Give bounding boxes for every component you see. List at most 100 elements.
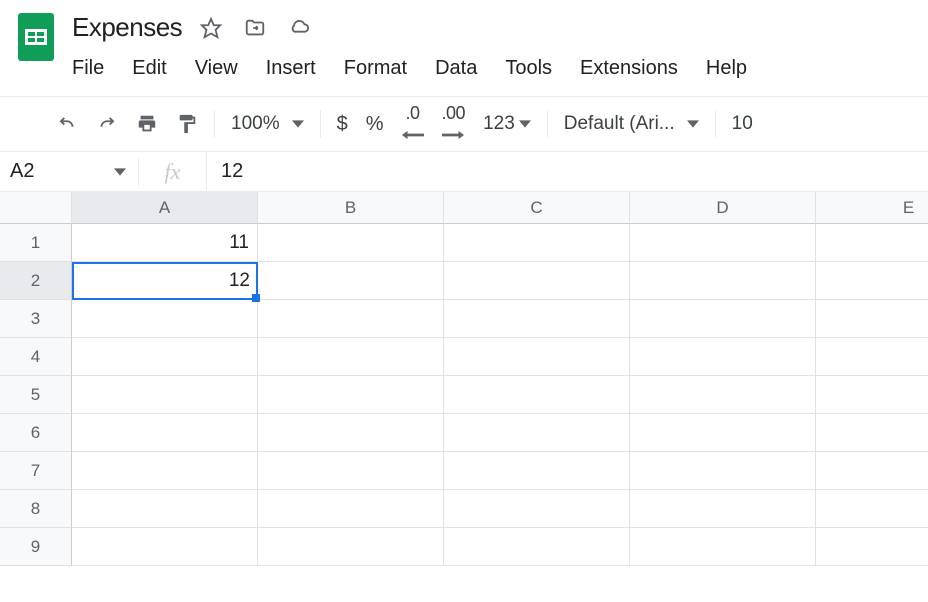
- cell[interactable]: [630, 262, 816, 300]
- column-header[interactable]: D: [630, 192, 816, 224]
- font-selector[interactable]: Default (Ari...: [548, 113, 715, 135]
- cell[interactable]: [816, 528, 928, 566]
- cell[interactable]: [630, 224, 816, 262]
- cell[interactable]: [258, 224, 444, 262]
- cell[interactable]: [630, 300, 816, 338]
- cell[interactable]: [258, 490, 444, 528]
- cell[interactable]: [630, 376, 816, 414]
- cell[interactable]: [72, 376, 258, 414]
- cell[interactable]: [258, 414, 444, 452]
- increase-decimal-button[interactable]: .00: [442, 103, 466, 146]
- column-header[interactable]: E: [816, 192, 928, 224]
- fx-icon: fx: [139, 152, 207, 191]
- row-header[interactable]: 5: [0, 376, 72, 414]
- menu-insert[interactable]: Insert: [252, 53, 330, 84]
- cell[interactable]: [816, 262, 928, 300]
- cell[interactable]: [72, 528, 258, 566]
- menubar: File Edit View Insert Format Data Tools …: [72, 43, 761, 84]
- menu-format[interactable]: Format: [330, 53, 421, 84]
- undo-icon[interactable]: [56, 113, 78, 135]
- cell[interactable]: [444, 528, 630, 566]
- cell[interactable]: [258, 452, 444, 490]
- cell[interactable]: [444, 376, 630, 414]
- decrease-decimal-button[interactable]: .0: [402, 103, 424, 146]
- cell[interactable]: [72, 300, 258, 338]
- cell[interactable]: [444, 414, 630, 452]
- cell[interactable]: 11: [72, 224, 258, 262]
- document-title[interactable]: Expenses: [72, 12, 182, 43]
- menu-view[interactable]: View: [181, 53, 252, 84]
- chevron-down-icon: [292, 118, 304, 130]
- name-box[interactable]: A2: [0, 152, 138, 191]
- row-header[interactable]: 4: [0, 338, 72, 376]
- cell[interactable]: [630, 414, 816, 452]
- cell[interactable]: [444, 490, 630, 528]
- cell[interactable]: [816, 376, 928, 414]
- cell[interactable]: [258, 300, 444, 338]
- chevron-down-icon: [687, 118, 699, 130]
- row-header[interactable]: 9: [0, 528, 72, 566]
- currency-button[interactable]: $: [337, 113, 348, 136]
- cell[interactable]: [444, 224, 630, 262]
- font-size-value[interactable]: 10: [732, 113, 753, 135]
- menu-extensions[interactable]: Extensions: [566, 53, 692, 84]
- select-all-corner[interactable]: [0, 192, 72, 224]
- cell[interactable]: [72, 452, 258, 490]
- cell[interactable]: [816, 300, 928, 338]
- row-header[interactable]: 3: [0, 300, 72, 338]
- menu-data[interactable]: Data: [421, 53, 491, 84]
- cell[interactable]: [444, 262, 630, 300]
- cell[interactable]: [258, 262, 444, 300]
- cell[interactable]: [258, 338, 444, 376]
- formula-bar: A2 fx 12: [0, 152, 928, 192]
- cell[interactable]: [630, 528, 816, 566]
- font-name: Default (Ari...: [564, 113, 675, 135]
- cell[interactable]: [816, 452, 928, 490]
- column-header[interactable]: B: [258, 192, 444, 224]
- cell[interactable]: [630, 452, 816, 490]
- cell[interactable]: [816, 338, 928, 376]
- chevron-down-icon: [519, 118, 531, 130]
- row-header[interactable]: 6: [0, 414, 72, 452]
- cloud-status-icon[interactable]: [288, 17, 310, 39]
- row-header[interactable]: 8: [0, 490, 72, 528]
- spreadsheet-grid[interactable]: ABCDE 1112123456789: [0, 192, 928, 566]
- zoom-value: 100%: [231, 113, 280, 135]
- menu-tools[interactable]: Tools: [491, 53, 566, 84]
- cell[interactable]: [816, 224, 928, 262]
- cell[interactable]: [444, 452, 630, 490]
- cell[interactable]: [72, 338, 258, 376]
- toolbar: 100% $ % .0 .00 123 Default (Ari... 10: [0, 96, 928, 152]
- star-icon[interactable]: [200, 17, 222, 39]
- menu-help[interactable]: Help: [692, 53, 761, 84]
- paint-format-icon[interactable]: [176, 113, 198, 135]
- column-header[interactable]: A: [72, 192, 258, 224]
- row-header[interactable]: 2: [0, 262, 72, 300]
- cell[interactable]: [444, 338, 630, 376]
- sheets-logo[interactable]: [14, 8, 58, 66]
- cell[interactable]: [816, 414, 928, 452]
- percent-button[interactable]: %: [366, 113, 384, 136]
- print-icon[interactable]: [136, 113, 158, 135]
- redo-icon[interactable]: [96, 113, 118, 135]
- row-header[interactable]: 7: [0, 452, 72, 490]
- cell[interactable]: [72, 414, 258, 452]
- move-to-folder-icon[interactable]: [244, 17, 266, 39]
- cell[interactable]: [630, 490, 816, 528]
- more-formats-button[interactable]: 123: [483, 113, 531, 135]
- name-box-value: A2: [10, 160, 34, 183]
- row-header[interactable]: 1: [0, 224, 72, 262]
- cell[interactable]: [72, 490, 258, 528]
- menu-file[interactable]: File: [72, 53, 118, 84]
- cell[interactable]: [258, 528, 444, 566]
- formula-input[interactable]: 12: [207, 160, 243, 183]
- chevron-down-icon: [114, 166, 126, 178]
- column-header[interactable]: C: [444, 192, 630, 224]
- zoom-selector[interactable]: 100%: [215, 113, 320, 135]
- cell[interactable]: [816, 490, 928, 528]
- cell[interactable]: [630, 338, 816, 376]
- menu-edit[interactable]: Edit: [118, 53, 180, 84]
- cell[interactable]: [444, 300, 630, 338]
- cell[interactable]: [258, 376, 444, 414]
- cell[interactable]: 12: [72, 262, 258, 300]
